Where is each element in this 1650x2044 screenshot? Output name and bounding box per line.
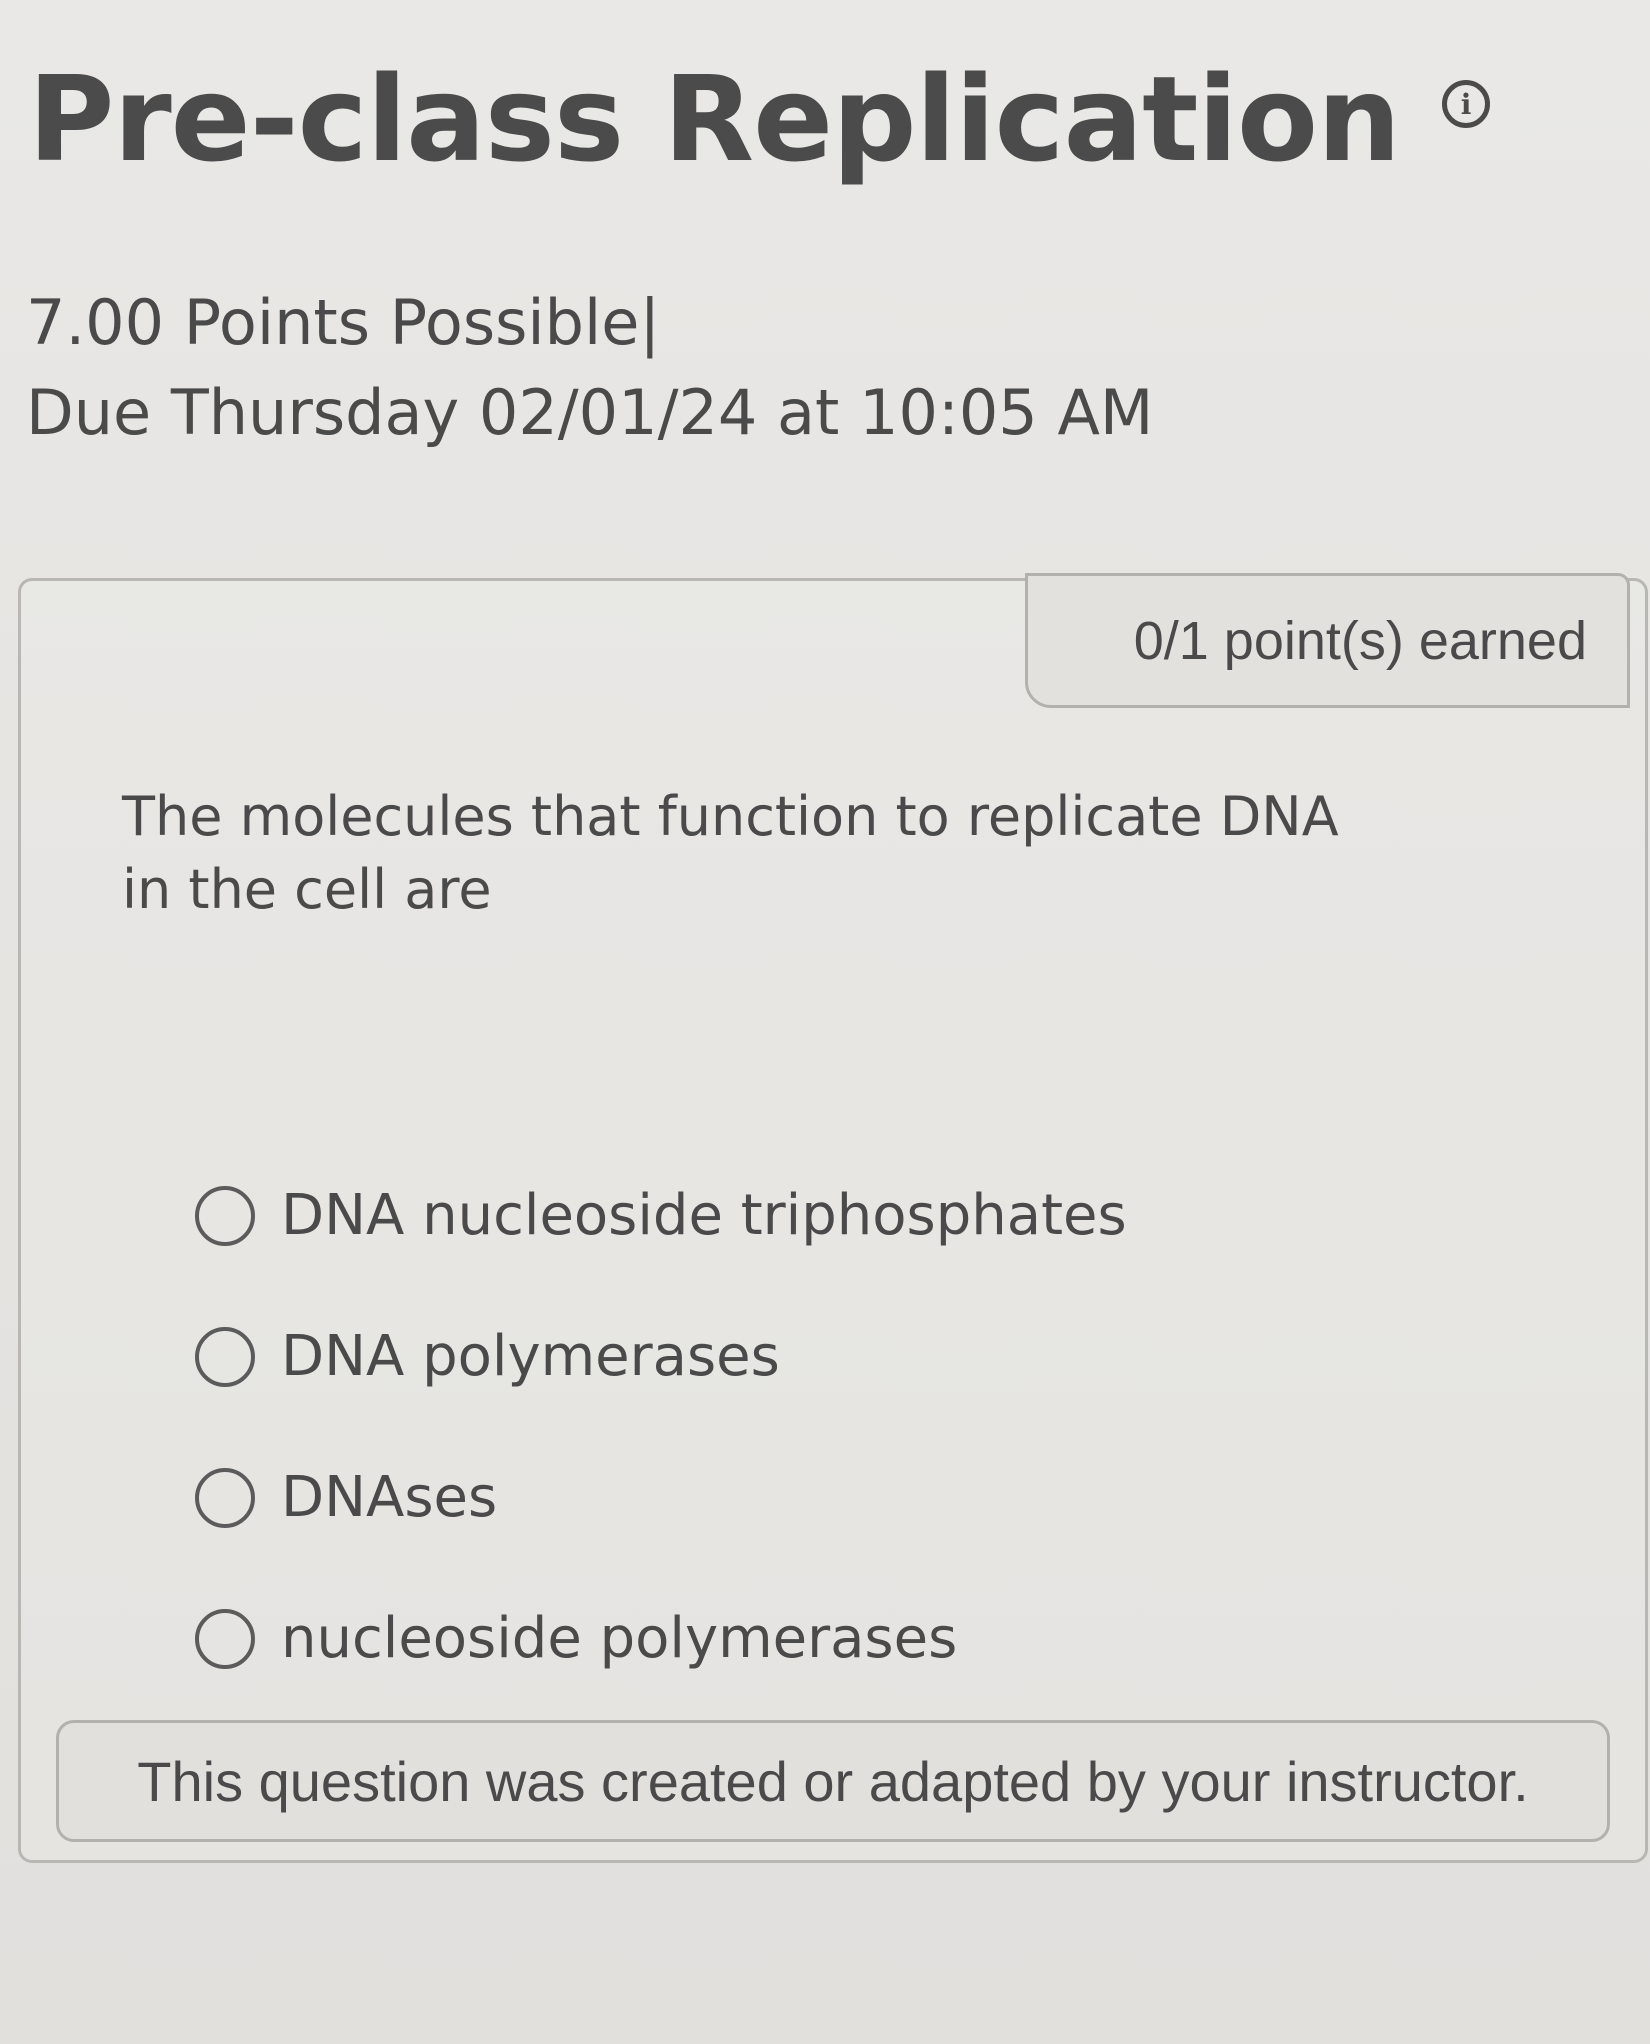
assignment-page: Pre-class Replication i 7.00 Points Poss…: [0, 0, 1650, 2044]
option-label: DNA polymerases: [281, 1324, 780, 1389]
info-icon[interactable]: i: [1442, 80, 1491, 128]
page-title: Pre-class Replication: [28, 50, 1401, 188]
points-possible: 7.00 Points Possible|: [26, 286, 661, 359]
answer-option[interactable]: DNAses: [195, 1427, 1127, 1568]
radio-button[interactable]: [195, 1467, 255, 1528]
due-date: Due Thursday 02/01/24 at 10:05 AM: [26, 376, 1154, 449]
option-label: nucleoside polymerases: [281, 1606, 958, 1671]
answer-option[interactable]: DNA polymerases: [195, 1286, 1127, 1427]
instructor-note: This question was created or adapted by …: [56, 1720, 1610, 1842]
score-text: 0/1 point(s) earned: [1133, 610, 1587, 671]
option-label: DNAses: [281, 1465, 498, 1530]
title-row: Pre-class Replication i: [28, 50, 1491, 188]
answer-option[interactable]: DNA nucleoside triphosphates: [195, 1145, 1127, 1286]
answer-option[interactable]: nucleoside polymerases: [195, 1568, 1127, 1709]
score-badge: 0/1 point(s) earned: [1025, 573, 1630, 708]
radio-button[interactable]: [195, 1185, 255, 1246]
question-prompt: The molecules that function to replicate…: [122, 785, 1339, 921]
option-label: DNA nucleoside triphosphates: [281, 1183, 1127, 1248]
instructor-note-text: This question was created or adapted by …: [137, 1749, 1529, 1813]
radio-button[interactable]: [195, 1326, 255, 1387]
radio-button[interactable]: [195, 1608, 255, 1669]
answer-options: DNA nucleoside triphosphates DNA polymer…: [195, 1145, 1127, 1709]
